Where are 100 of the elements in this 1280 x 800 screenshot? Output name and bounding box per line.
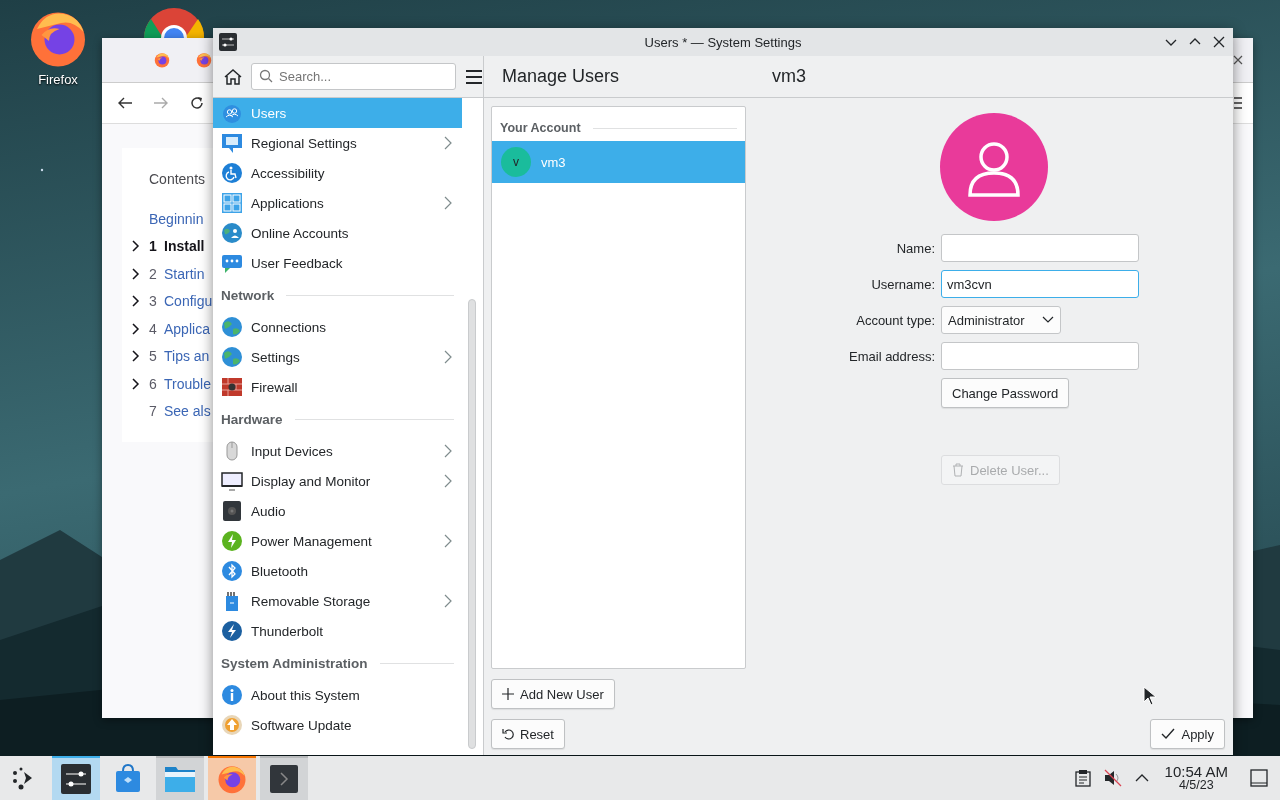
globe-people-icon [221, 222, 243, 244]
section-heading: Network [221, 287, 275, 303]
clock-date[interactable]: 4/5/23 [1178, 779, 1214, 793]
speaker-icon [221, 500, 243, 522]
menu-icon[interactable] [1234, 97, 1242, 109]
sidebar-item[interactable]: Regional Settings [213, 128, 462, 158]
chevron-icon[interactable] [131, 267, 140, 280]
close-icon[interactable] [1233, 55, 1243, 65]
home-button[interactable] [223, 66, 243, 87]
home-icon [223, 66, 243, 87]
input-field[interactable] [941, 342, 1139, 370]
input-field[interactable]: vm3cvn [941, 270, 1139, 298]
sidebar-item[interactable]: Settings [213, 342, 462, 372]
sidebar-item[interactable]: Firewall [213, 372, 462, 402]
chevron-icon[interactable] [131, 350, 140, 363]
contents-link[interactable]: Beginnin [149, 210, 204, 227]
sidebar-item[interactable]: Input Devices [213, 436, 462, 466]
sidebar-item[interactable]: Display and Monitor [213, 466, 462, 496]
clipboard-icon[interactable] [1074, 769, 1091, 787]
contents-link[interactable]: Tips an [164, 348, 210, 365]
sidebar-item[interactable]: Connections [213, 312, 462, 342]
contents-title: Contents [149, 171, 206, 187]
contents-link[interactable]: Applica [164, 320, 210, 337]
field-label: Account type: [855, 312, 935, 328]
section-number: 5 [149, 348, 158, 365]
sidebar-item[interactable]: Audio [213, 496, 462, 526]
close-button[interactable] [1211, 34, 1227, 50]
info-icon [221, 684, 243, 706]
section-number: 3 [149, 293, 158, 310]
caret-up-icon[interactable] [1134, 773, 1149, 783]
reset-button[interactable]: Reset [491, 719, 565, 749]
contents-link[interactable]: Configu [164, 293, 213, 310]
caret-down-icon [1042, 316, 1054, 324]
section-number: 1 [149, 238, 158, 255]
sidebar-item[interactable]: Thunderbolt [213, 616, 462, 646]
sidebar-item[interactable]: User Feedback [213, 248, 462, 278]
sidebar-item[interactable]: Software Update [213, 710, 462, 740]
chevron-icon[interactable] [131, 377, 140, 390]
brick-wall-icon [221, 376, 243, 398]
contents-link[interactable]: Startin [164, 265, 205, 282]
people-icon [221, 102, 243, 124]
show-desktop-icon[interactable] [1250, 769, 1268, 787]
section-number: 7 [149, 403, 158, 420]
section-heading: Your Account [500, 121, 581, 135]
field-label: Email address: [848, 348, 935, 364]
check-icon [1161, 728, 1176, 740]
user-heading: vm3 [772, 66, 806, 87]
section-number: 2 [149, 265, 158, 282]
back-icon[interactable] [117, 95, 133, 111]
section-heading: System Administration [221, 655, 368, 671]
folder-icon [164, 764, 196, 794]
sidebar-item[interactable]: Applications [213, 188, 462, 218]
tab-favicon-icon [196, 52, 212, 68]
input-field[interactable] [941, 234, 1139, 262]
firefox-icon [217, 764, 247, 794]
undo-icon [502, 728, 514, 740]
globe-icon [221, 316, 243, 338]
user-item[interactable]: v vm3 [492, 141, 745, 183]
change-password-button[interactable]: Change Password [941, 378, 1070, 408]
sidebar-item[interactable]: Bluetooth [213, 556, 462, 586]
tab-favicon-icon [154, 52, 170, 68]
contents-link[interactable]: Install [164, 238, 205, 255]
account-type-dropdown[interactable]: Administrator [941, 306, 1061, 334]
search-icon [259, 69, 273, 83]
user-avatar: v [501, 147, 531, 177]
taskbar-button[interactable] [52, 756, 100, 800]
sidebar-item[interactable]: About this System [213, 680, 462, 710]
icon-label: Firefox [38, 72, 78, 87]
globe-icon [221, 346, 243, 368]
chevron-icon[interactable] [131, 322, 140, 335]
muted-speaker-icon[interactable] [1102, 769, 1123, 787]
contents-link[interactable]: Trouble [164, 375, 211, 392]
sliders-icon [219, 33, 237, 51]
section-number: 4 [149, 320, 158, 337]
field-label: Name: [895, 240, 935, 256]
chevron-icon[interactable] [131, 240, 140, 253]
sliders-icon [61, 764, 91, 794]
speech-bubble-icon [221, 132, 243, 154]
monitor-icon [221, 470, 243, 492]
window-title: Users * — System Settings [644, 34, 802, 50]
scrollbar-thumb[interactable] [468, 299, 476, 749]
sidebar-item[interactable]: Power Management [213, 526, 462, 556]
sidebar-item[interactable]: Removable Storage [213, 586, 462, 616]
add-user-button[interactable]: Add New User [491, 679, 615, 709]
cursor-icon [1143, 686, 1157, 706]
reload-icon[interactable] [189, 95, 205, 111]
wheelchair-icon [221, 162, 243, 184]
apply-button[interactable]: Apply [1150, 719, 1225, 749]
taskbar-button[interactable] [260, 756, 308, 800]
clock-time[interactable]: 10:54 AM [1164, 763, 1228, 780]
close-icon [1211, 34, 1227, 50]
contents-link[interactable]: See als [164, 403, 211, 420]
search-field[interactable]: Search... [251, 63, 456, 90]
sidebar-item[interactable]: Online Accounts [213, 218, 462, 248]
chevron-icon[interactable] [131, 295, 140, 308]
shopping-bag-icon [114, 763, 142, 793]
sidebar-item[interactable]: Accessibility [213, 158, 462, 188]
chat-icon [221, 252, 243, 274]
terminal-icon [270, 765, 298, 793]
grid-icon [221, 192, 243, 214]
